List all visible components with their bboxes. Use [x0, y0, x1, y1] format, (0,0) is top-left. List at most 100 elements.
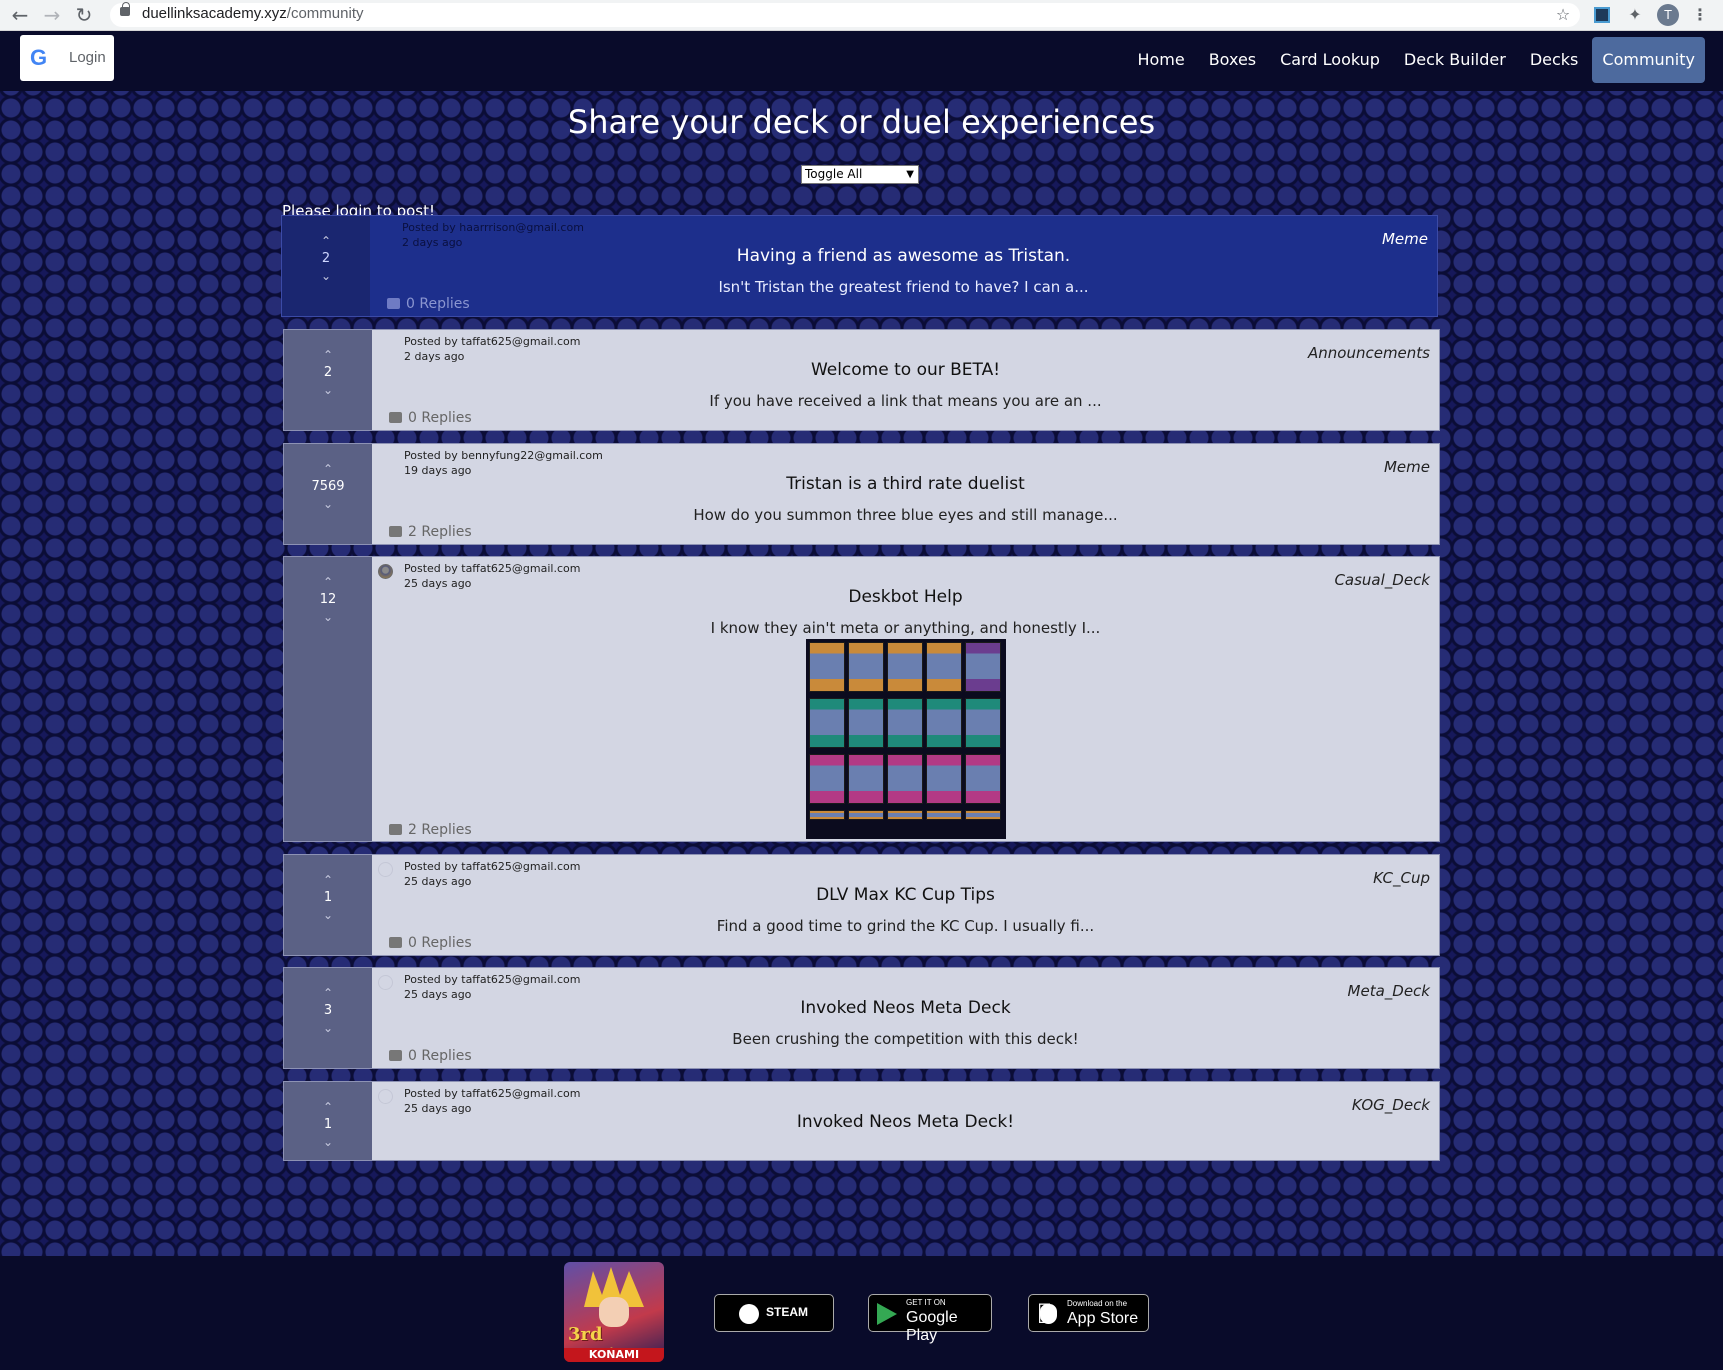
author-avatar: [378, 564, 393, 579]
post-title[interactable]: DLV Max KC Cup Tips: [372, 885, 1439, 905]
extension-icon[interactable]: [1592, 4, 1612, 26]
post-card[interactable]: ⌃ 2 ⌄ Posted by taffat625@gmail.com 2 da…: [283, 329, 1440, 431]
top-navbar: G Login Home Boxes Card Lookup Deck Builder…: [0, 31, 1723, 91]
replies-link[interactable]: 0 Replies: [389, 935, 472, 951]
category-filter-select[interactable]: Toggle All ▼: [801, 165, 919, 184]
deck-card-thumbnail: [965, 754, 1001, 804]
deck-card-thumbnail: [965, 642, 1001, 692]
post-excerpt: Find a good time to grind the KC Cup. I …: [716, 917, 1095, 935]
post-card[interactable]: ⌃ 2 ⌄ Posted by haarrrison@gmail.com 2 d…: [281, 215, 1438, 317]
url-host: duellinksacademy.xyz: [142, 5, 287, 22]
downvote-icon[interactable]: ⌄: [284, 383, 372, 397]
downvote-icon[interactable]: ⌄: [282, 269, 370, 283]
nav-link-deck-builder[interactable]: Deck Builder: [1394, 37, 1516, 83]
comment-icon: [389, 824, 402, 835]
deck-card-thumbnail: [887, 810, 923, 820]
post-card[interactable]: ⌃ 1 ⌄ Posted by taffat625@gmail.com 25 d…: [283, 1081, 1440, 1161]
upvote-icon[interactable]: ⌃: [282, 234, 370, 248]
app-store-button[interactable]:  Download on the App Store: [1028, 1294, 1149, 1332]
post-author: Posted by taffat625@gmail.com: [404, 860, 581, 873]
nav-link-card-lookup[interactable]: Card Lookup: [1270, 37, 1390, 83]
post-excerpt: I know they ain't meta or anything, and …: [710, 619, 1101, 637]
profile-avatar[interactable]: T: [1657, 4, 1679, 26]
comment-icon: [389, 526, 402, 537]
deck-card-thumbnail: [809, 642, 845, 692]
post-title[interactable]: Invoked Neos Meta Deck!: [372, 1112, 1439, 1132]
post-author: Posted by taffat625@gmail.com: [404, 1087, 581, 1100]
post-author: Posted by taffat625@gmail.com: [404, 335, 581, 348]
back-icon[interactable]: ←: [8, 3, 32, 27]
page-title: Share your deck or duel experiences: [567, 103, 1156, 141]
downvote-icon[interactable]: ⌄: [284, 610, 372, 624]
vote-panel: ⌃ 1 ⌄: [284, 855, 372, 955]
deck-card-thumbnail: [926, 698, 962, 748]
upvote-icon[interactable]: ⌃: [284, 575, 372, 589]
post-excerpt: Been crushing the competition with this …: [732, 1030, 1079, 1048]
upvote-icon[interactable]: ⌃: [284, 986, 372, 1000]
vote-count: 2: [323, 365, 333, 380]
author-avatar: [378, 862, 393, 877]
vote-panel: ⌃ 7569 ⌄: [284, 444, 372, 544]
google-play-button[interactable]: GET IT ON Google Play: [868, 1294, 992, 1344]
post-title[interactable]: Deskbot Help: [372, 587, 1439, 607]
footer: 3rd Anniv. KONAMI STEAM GET IT ON Google…: [0, 1256, 1723, 1370]
google-login-button[interactable]: G Login: [20, 35, 114, 81]
app-icon-face: [599, 1297, 629, 1327]
post-card[interactable]: ⌃ 12 ⌄ Posted by taffat625@gmail.com 25 …: [283, 556, 1440, 842]
post-author: Posted by bennyfung22@gmail.com: [404, 449, 603, 462]
nav-link-community[interactable]: Community: [1592, 37, 1705, 83]
comment-icon: [389, 412, 402, 423]
google-play-label: Google Play: [906, 1309, 958, 1344]
puzzle-icon[interactable]: ✦: [1624, 4, 1646, 26]
deck-card-thumbnail: [887, 754, 923, 804]
nav-link-decks[interactable]: Decks: [1520, 37, 1589, 83]
replies-link[interactable]: 0 Replies: [389, 1048, 472, 1064]
downvote-icon[interactable]: ⌄: [284, 497, 372, 511]
more-menu-icon[interactable]: ⋮: [1690, 4, 1710, 26]
bookmark-star-icon[interactable]: ☆: [1552, 4, 1574, 26]
deck-card-thumbnail: [965, 698, 1001, 748]
post-card[interactable]: ⌃ 1 ⌄ Posted by taffat625@gmail.com 25 d…: [283, 854, 1440, 956]
steam-button[interactable]: STEAM: [714, 1294, 834, 1332]
url-text[interactable]: duellinksacademy.xyz/community: [142, 5, 363, 22]
vote-count: 2: [321, 251, 331, 266]
replies-link[interactable]: 0 Replies: [387, 296, 470, 312]
downvote-icon[interactable]: ⌄: [284, 1021, 372, 1035]
deck-card-thumbnail: [848, 810, 884, 820]
reload-icon[interactable]: ↻: [72, 3, 96, 27]
upvote-icon[interactable]: ⌃: [284, 348, 372, 362]
upvote-icon[interactable]: ⌃: [284, 873, 372, 887]
app-store-small: Download on the: [1067, 1299, 1128, 1308]
deck-card-thumbnail: [926, 642, 962, 692]
deck-card-thumbnail: [887, 698, 923, 748]
replies-count: 2 Replies: [408, 524, 472, 540]
lock-icon[interactable]: [120, 2, 130, 16]
replies-link[interactable]: 2 Replies: [389, 524, 472, 540]
replies-link[interactable]: 0 Replies: [389, 410, 472, 426]
google-icon: G: [30, 45, 48, 70]
vote-count: 12: [319, 592, 337, 607]
replies-count: 0 Replies: [408, 1048, 472, 1064]
deck-card-thumbnail: [809, 698, 845, 748]
post-card[interactable]: ⌃ 3 ⌄ Posted by taffat625@gmail.com 25 d…: [283, 967, 1440, 1069]
upvote-icon[interactable]: ⌃: [284, 1100, 372, 1114]
post-title[interactable]: Invoked Neos Meta Deck: [372, 998, 1439, 1018]
nav-links: Home Boxes Card Lookup Deck Builder Decks Com…: [1127, 37, 1705, 83]
post-title[interactable]: Tristan is a third rate duelist: [372, 474, 1439, 494]
post-title[interactable]: Having a friend as awesome as Tristan.: [370, 246, 1437, 266]
post-excerpt: How do you summon three blue eyes and st…: [693, 506, 1118, 524]
post-card[interactable]: ⌃ 7569 ⌄ Posted by bennyfung22@gmail.com…: [283, 443, 1440, 545]
nav-link-home[interactable]: Home: [1127, 37, 1194, 83]
upvote-icon[interactable]: ⌃: [284, 462, 372, 476]
duel-links-app-icon[interactable]: 3rd Anniv. KONAMI: [564, 1262, 664, 1362]
replies-link[interactable]: 2 Replies: [389, 822, 472, 838]
comment-icon: [389, 937, 402, 948]
deck-image[interactable]: [806, 639, 1006, 839]
forward-icon[interactable]: →: [40, 3, 64, 27]
app-store-label: App Store: [1067, 1310, 1139, 1327]
post-title[interactable]: Welcome to our BETA!: [372, 360, 1439, 380]
downvote-icon[interactable]: ⌄: [284, 908, 372, 922]
url-path: /community: [286, 5, 364, 22]
downvote-icon[interactable]: ⌄: [284, 1135, 372, 1149]
nav-link-boxes[interactable]: Boxes: [1199, 37, 1266, 83]
